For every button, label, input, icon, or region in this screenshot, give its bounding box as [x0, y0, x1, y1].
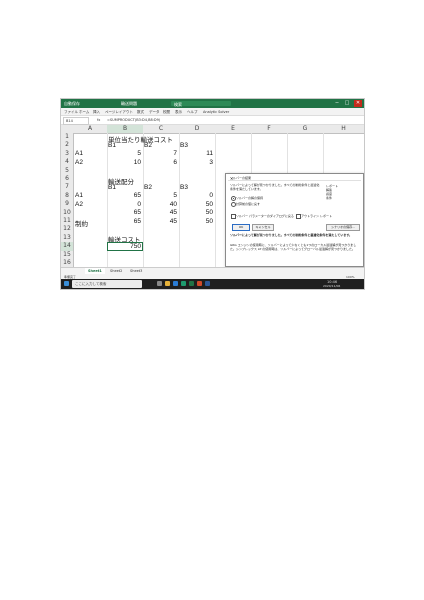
cell-c8[interactable]: 5: [143, 192, 177, 199]
clock-date: 2020/11/06: [323, 284, 341, 288]
tab-page-layout[interactable]: ページレイアウト: [105, 110, 133, 115]
report-list: 解答 感度 条件: [326, 188, 358, 214]
cell-b7[interactable]: B1: [108, 184, 116, 191]
store-icon[interactable]: [181, 281, 186, 286]
cell-d9[interactable]: 50: [179, 201, 213, 208]
result-note: GRG エンジンの使用時に、ソルバーによって少なくとも1つのローカル最適解が見つ…: [230, 243, 357, 251]
cell-d3[interactable]: 11: [179, 150, 213, 157]
excel-icon[interactable]: [189, 281, 194, 286]
dialog-message: ソルバーによって解が見つかりました。すべての制約条件と最適化条件を満たしています…: [230, 183, 320, 191]
cell-b11[interactable]: 65: [107, 218, 141, 225]
cell-d7[interactable]: B3: [180, 184, 188, 191]
dialog-title-bar: ソルバーの結果 ✕: [228, 175, 361, 181]
column-header-e[interactable]: E: [215, 125, 252, 134]
close-button[interactable]: ✕: [354, 100, 362, 107]
ribbon-tabs: ファイル ホーム 挿入 ページレイアウト 数式 データ 校閲 表示 ヘルプ An…: [61, 108, 364, 116]
solver-results-dialog: ソルバーの結果 ✕ ソルバーによって解が見つかりました。すべての制約条件と最適化…: [225, 173, 364, 267]
search-box[interactable]: 検索: [171, 101, 231, 107]
taskbar-search[interactable]: ここに入力して検索: [72, 280, 142, 288]
fx-icon[interactable]: fx: [97, 118, 100, 122]
task-view-icon[interactable]: [157, 281, 162, 286]
cell-b4[interactable]: 10: [107, 159, 141, 166]
cell-c11[interactable]: 45: [143, 218, 177, 225]
excel-window-screenshot: 自動保存 輸送問題 検索 ─ □ ✕ ファイル ホーム 挿入 ページレイアウト …: [60, 98, 365, 290]
cell-c7[interactable]: B2: [144, 184, 152, 191]
cell-d4[interactable]: 3: [179, 159, 213, 166]
cell-a11[interactable]: 制約: [75, 218, 88, 228]
edge-icon[interactable]: [173, 281, 178, 286]
tab-formulas[interactable]: 数式: [137, 110, 144, 115]
cell-b9[interactable]: 0: [107, 201, 141, 208]
cell-c3[interactable]: 7: [143, 150, 177, 157]
worksheet-grid: A B C D E F G H 1 2 3 4 5 6 7 8 9 10 11 …: [61, 125, 364, 268]
tab-data[interactable]: データ: [149, 110, 160, 115]
cell-a3[interactable]: A1: [75, 150, 83, 157]
cell-c4[interactable]: 6: [143, 159, 177, 166]
autosave-label[interactable]: 自動保存: [64, 101, 80, 107]
file-explorer-icon[interactable]: [165, 281, 170, 286]
tab-help[interactable]: ヘルプ: [187, 110, 198, 115]
cell-b10[interactable]: 65: [107, 209, 141, 216]
keep-solution-label: ソルバーの解の保持: [236, 196, 264, 200]
cell-reference: B14: [66, 119, 73, 123]
column-header-d[interactable]: D: [179, 125, 216, 134]
column-header-h[interactable]: H: [323, 125, 364, 134]
save-scenario-button[interactable]: シナリオの保存...: [326, 224, 360, 231]
start-icon[interactable]: [64, 281, 69, 286]
name-box[interactable]: B14: [63, 117, 89, 125]
cell-b2[interactable]: B1: [108, 142, 116, 149]
column-header-g[interactable]: G: [287, 125, 324, 134]
tab-analytic-solver[interactable]: Analytic Solver: [203, 110, 229, 114]
cell-d10[interactable]: 50: [179, 209, 213, 216]
tab-insert[interactable]: 挿入: [93, 110, 100, 115]
powerpoint-icon[interactable]: [197, 281, 202, 286]
cell-c9[interactable]: 40: [143, 201, 177, 208]
minimize-button[interactable]: ─: [333, 100, 341, 107]
result-summary: ソルバーによって解が見つかりました。すべての制約条件と最適化条件を満たしています…: [230, 233, 353, 237]
taskbar-search-placeholder: ここに入力して検索: [75, 282, 107, 286]
tab-file[interactable]: ファイル: [64, 110, 78, 115]
maximize-button[interactable]: □: [343, 100, 351, 107]
ok-button[interactable]: OK: [232, 224, 250, 231]
cell-a8[interactable]: A1: [75, 192, 83, 199]
tab-home[interactable]: ホーム: [79, 110, 89, 115]
close-icon[interactable]: ✕: [230, 176, 359, 181]
cell-d2[interactable]: B3: [180, 142, 188, 149]
search-label: 検索: [174, 101, 182, 107]
restore-values-label: 計算前の値に戻す: [236, 202, 261, 206]
cell-b8[interactable]: 65: [107, 192, 141, 199]
tab-review[interactable]: 校閲: [163, 110, 170, 115]
cell-b14[interactable]: 750: [107, 243, 141, 250]
return-to-parameters-label: ソルバー パラメーターのダイアログに戻る: [236, 214, 294, 218]
column-header-f[interactable]: F: [251, 125, 288, 134]
file-name: 輸送問題: [121, 101, 137, 106]
cell-c2[interactable]: B2: [144, 142, 152, 149]
column-header-a[interactable]: A: [73, 125, 108, 134]
cell-c10[interactable]: 45: [143, 209, 177, 216]
cell-d11[interactable]: 50: [179, 218, 213, 225]
windows-taskbar: ここに入力して検索 10:46 2020/11/06: [61, 279, 364, 289]
cell-b1[interactable]: 単位当たり輸送コスト: [108, 134, 173, 144]
formula-input[interactable]: =SUMPRODUCT(B3:D4,B8:D9): [107, 118, 160, 122]
formula-bar: B14 fx =SUMPRODUCT(B3:D4,B8:D9): [61, 116, 364, 125]
cancel-button[interactable]: キャンセル: [252, 224, 274, 231]
cell-a9[interactable]: A2: [75, 201, 83, 208]
cell-d8[interactable]: 0: [179, 192, 213, 199]
word-icon[interactable]: [205, 281, 210, 286]
outline-reports-label: アウトライン レポート: [301, 214, 332, 218]
gridline: [215, 133, 216, 267]
tab-view[interactable]: 表示: [175, 110, 182, 115]
report-limits[interactable]: 条件: [326, 196, 332, 200]
title-bar: 自動保存 輸送問題 検索 ─ □ ✕: [61, 99, 364, 108]
cell-b3[interactable]: 5: [107, 150, 141, 157]
cell-a4[interactable]: A2: [75, 159, 83, 166]
